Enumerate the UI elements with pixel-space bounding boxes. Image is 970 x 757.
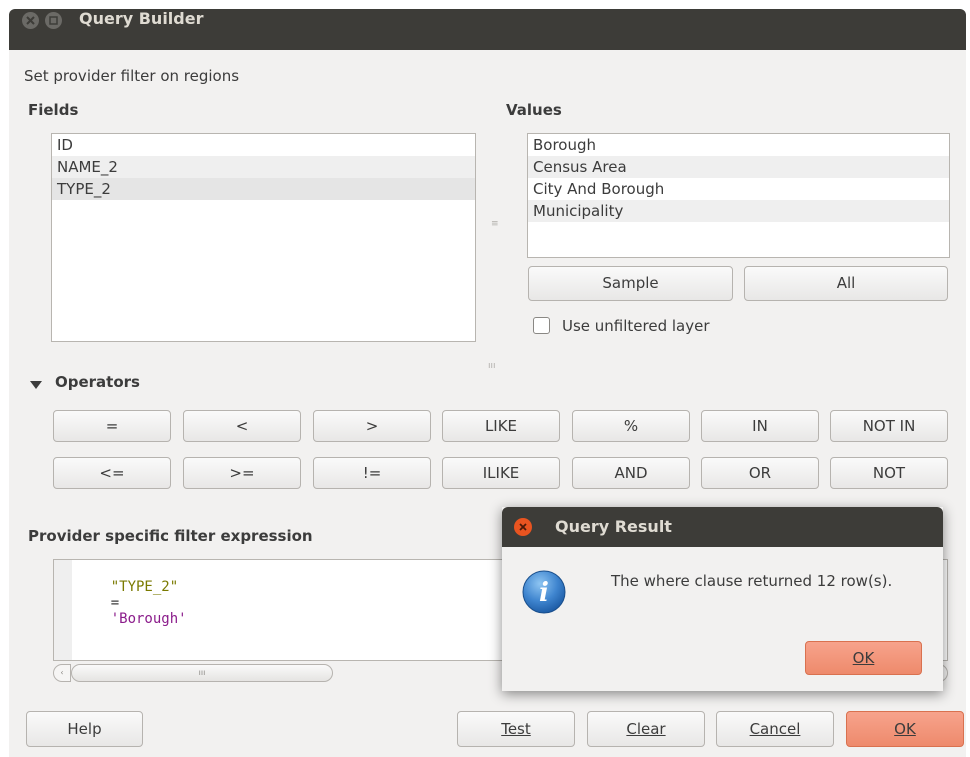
op-less-equal-button[interactable]: <= [53,457,171,489]
cancel-button[interactable]: Cancel [716,711,834,747]
scroll-left-icon[interactable]: ‹ [53,664,71,682]
op-not-equal-button[interactable]: != [313,457,431,489]
clear-button[interactable]: Clear [587,711,705,747]
list-item[interactable]: City And Borough [528,178,949,200]
popup-title: Query Result [555,517,672,536]
list-item[interactable]: Borough [528,134,949,156]
ok-button[interactable]: OK [846,711,964,747]
expression-field: "TYPE_2" [110,579,179,595]
expression-text: "TYPE_2" = 'Borough' [77,563,187,643]
op-not-in-button[interactable]: NOT IN [830,410,948,442]
list-item[interactable]: Municipality [528,200,949,222]
test-button[interactable]: Test [457,711,575,747]
svg-text:i: i [539,578,549,608]
op-like-button[interactable]: LIKE [442,410,560,442]
op-not-button[interactable]: NOT [830,457,948,489]
list-item[interactable]: ID [52,134,475,156]
expression-operator: = [110,595,120,611]
splitter-handle-horizontal[interactable]: ııı [488,361,502,371]
sample-button[interactable]: Sample [528,266,733,301]
info-icon: i [522,570,566,618]
op-greater-button[interactable]: > [313,410,431,442]
op-in-button[interactable]: IN [701,410,819,442]
fields-list[interactable]: ID NAME_2 TYPE_2 [51,133,476,342]
values-list[interactable]: Borough Census Area City And Borough Mun… [527,133,950,258]
line-margin [54,560,72,660]
values-label: Values [506,101,562,119]
popup-message: The where clause returned 12 row(s). [611,572,893,590]
fields-label: Fields [28,101,79,119]
operators-label: Operators [55,373,140,391]
expression-value: 'Borough' [110,611,187,627]
subtitle: Set provider filter on regions [24,67,240,85]
op-and-button[interactable]: AND [572,457,690,489]
op-less-button[interactable]: < [183,410,301,442]
op-equal-button[interactable]: = [53,410,171,442]
window-title: Query Builder [79,9,204,28]
op-percent-button[interactable]: % [572,410,690,442]
maximize-icon[interactable] [45,12,62,29]
list-item[interactable]: TYPE_2 [52,178,475,200]
popup-close-icon[interactable] [514,518,532,536]
op-greater-equal-button[interactable]: >= [183,457,301,489]
list-item[interactable]: Census Area [528,156,949,178]
splitter-handle[interactable]: ≡ [491,220,499,234]
op-or-button[interactable]: OR [701,457,819,489]
scroll-thumb[interactable]: ııı [71,664,333,682]
close-icon[interactable] [22,12,39,29]
op-ilike-button[interactable]: ILIKE [442,457,560,489]
expression-label: Provider specific filter expression [28,527,313,545]
collapse-arrow-icon[interactable] [29,377,43,395]
popup-ok-button[interactable]: OK [805,641,922,675]
all-button[interactable]: All [744,266,948,301]
unfiltered-label: Use unfiltered layer [562,317,710,335]
help-button[interactable]: Help [26,711,143,747]
list-item[interactable]: NAME_2 [52,156,475,178]
unfiltered-checkbox[interactable] [533,317,550,334]
